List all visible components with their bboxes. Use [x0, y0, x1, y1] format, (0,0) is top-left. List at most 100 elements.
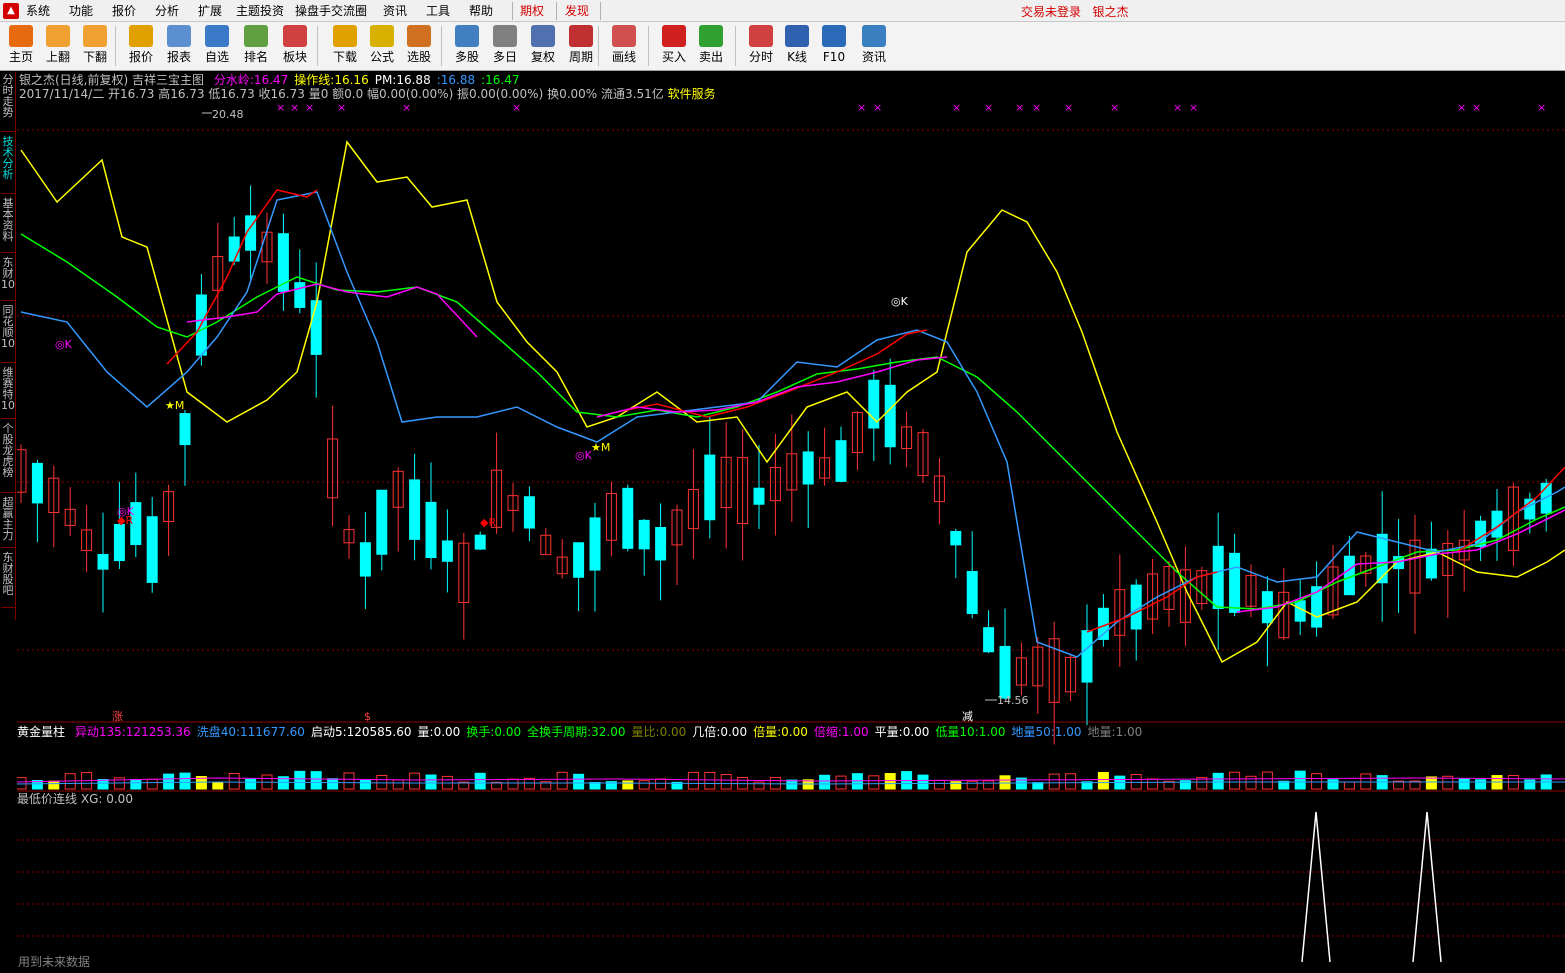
menu-trader-forum[interactable]: 操盘手交流圈 [295, 3, 367, 19]
toolbar-button-label: F10 [822, 50, 846, 64]
toolbar-button-11[interactable]: 多股 [448, 24, 486, 69]
toolbar-button-2[interactable]: 下翻 [76, 24, 114, 69]
side-tab-6[interactable]: 个股龙虎榜 [1, 421, 15, 493]
menu-options[interactable]: 期权 [520, 3, 544, 19]
max-price-label: 20.48 [212, 108, 244, 121]
toolbar-button-0[interactable]: 主页 [2, 24, 40, 69]
toolbar-button-13[interactable]: 复权 [524, 24, 562, 69]
page-down-icon [83, 25, 107, 47]
menu-function[interactable]: 功能 [69, 3, 93, 19]
side-tab-3[interactable]: 东财10 [1, 255, 15, 301]
volume-bar [179, 772, 191, 790]
toolbar-button-8[interactable]: 下载 [326, 24, 364, 69]
multi-stock-icon [455, 25, 479, 47]
toolbar-button-20[interactable]: F10 [815, 24, 853, 69]
menu-extend[interactable]: 扩展 [198, 3, 222, 19]
candle-body [589, 517, 601, 571]
xg-indicator-name[interactable]: 最低价连线 [17, 792, 77, 806]
menu-quote[interactable]: 报价 [112, 3, 136, 19]
volume-bar [917, 774, 929, 790]
volume-indicator-fields: 异动135:121253.36 洗盘40:111677.60 启动5:120585.… [69, 725, 1142, 739]
toolbar-button-6[interactable]: 排名 [237, 24, 275, 69]
toolbar-button-3[interactable]: 报价 [122, 24, 160, 69]
toolbar: 主页 上翻 下翻 报价 报表 自选 排名 板块 下载 公式 选股 多股 多日 复权 周期 画线 买入 卖出 分时 K线… [0, 22, 1565, 71]
toolbar-button-9[interactable]: 公式 [363, 24, 401, 69]
draw-line-icon [612, 25, 636, 47]
indicator-field: :16.88 [436, 73, 476, 87]
toolbar-button-18[interactable]: 分时 [742, 24, 780, 69]
candle-body [638, 519, 650, 550]
volume-bar [573, 773, 585, 790]
signal-cross: × [857, 101, 866, 114]
toolbar-button-4[interactable]: 报表 [160, 24, 198, 69]
software-service-link[interactable]: 软件服务 [668, 87, 716, 101]
signal-cross: × [1537, 101, 1546, 114]
indicator-field: 操作线:16.16 [294, 73, 369, 87]
volume-bar [97, 779, 109, 790]
toolbar-button-5[interactable]: 自选 [198, 24, 236, 69]
menu-analysis[interactable]: 分析 [155, 3, 179, 19]
toolbar-button-10[interactable]: 选股 [400, 24, 438, 69]
volume-bar [245, 778, 257, 790]
toolbar-button-21[interactable]: 资讯 [855, 24, 893, 69]
menu-help[interactable]: 帮助 [469, 3, 493, 19]
side-tab-7[interactable]: 超赢主力 [1, 495, 15, 548]
volume-bar [474, 772, 486, 790]
toolbar-separator [441, 26, 442, 66]
toolbar-button-label: 排名 [243, 50, 268, 64]
menu-system[interactable]: 系统 [26, 3, 50, 19]
side-tab-0[interactable]: 分时走势 [1, 72, 15, 132]
indicator-field: 几倍:0.00 [692, 725, 748, 739]
side-tab-2[interactable]: 基本资料 [1, 196, 15, 253]
toolbar-button-1[interactable]: 上翻 [39, 24, 77, 69]
signal-cross: × [290, 101, 299, 114]
menu-news[interactable]: 资讯 [383, 3, 407, 19]
side-tab-4[interactable]: 同花顺10 [1, 303, 15, 363]
volume-bar [556, 771, 568, 790]
menu-theme-invest[interactable]: 主题投资 [236, 3, 284, 19]
sector-icon [283, 25, 307, 47]
volume-bar [1032, 782, 1044, 790]
side-tab-8[interactable]: 东财股吧 [1, 550, 15, 608]
signal-cross: × [512, 101, 521, 114]
app-logo-icon[interactable]: ▲ [3, 3, 19, 19]
volume-bar [868, 775, 880, 790]
menu-discover[interactable]: 发现 [565, 3, 589, 19]
side-tab-5[interactable]: 维赛特10 [1, 365, 15, 419]
indicator-field: 全换手周期:32.00 [527, 725, 626, 739]
toolbar-button-12[interactable]: 多日 [486, 24, 524, 69]
toolbar-button-label: 复权 [530, 50, 555, 64]
multi-day-icon [493, 25, 517, 47]
quote-icon [129, 25, 153, 47]
candle-body [146, 516, 158, 583]
volume-bar [950, 781, 962, 790]
toolbar-button-15[interactable]: 画线 [605, 24, 643, 69]
candle-body [310, 300, 322, 355]
toolbar-button-label: 多股 [454, 50, 479, 64]
volume-indicator-name[interactable]: 黄金量柱 [17, 725, 65, 739]
indicator-name[interactable]: 吉祥三宝主图 [132, 73, 204, 87]
volume-bar [1147, 778, 1159, 790]
candle-body [573, 542, 585, 578]
candle-body [1081, 630, 1093, 683]
side-tab-1[interactable]: 技术分析 [1, 134, 15, 194]
volume-bar [1097, 771, 1109, 790]
menu-tools[interactable]: 工具 [426, 3, 450, 19]
volume-bar [1065, 773, 1077, 790]
toolbar-button-14[interactable]: 周期 [562, 24, 600, 69]
signal-cross: × [984, 101, 993, 114]
indicator-field: 分水岭:16.47 [213, 73, 289, 87]
toolbar-button-16[interactable]: 买入 [655, 24, 693, 69]
toolbar-button-19[interactable]: K线 [778, 24, 816, 69]
volume-bar [638, 780, 650, 790]
toolbar-button-17[interactable]: 卖出 [692, 24, 730, 69]
volume-bar [1311, 773, 1323, 790]
toolbar-button-7[interactable]: 板块 [276, 24, 314, 69]
candle-body [753, 487, 765, 505]
chart-area[interactable]: 20.48 14.56 ◎K ◎K ◆R ◆R ★M ◎K ★M ◎K × × × × × × × × × × × × × ×… [17, 72, 1565, 973]
volume-bar [753, 781, 765, 790]
toolbar-button-label: 板块 [282, 50, 307, 64]
trade-status[interactable]: 交易未登录 银之杰 [1021, 3, 1128, 20]
volume-bar [884, 773, 896, 790]
volume-bar [1458, 778, 1470, 790]
